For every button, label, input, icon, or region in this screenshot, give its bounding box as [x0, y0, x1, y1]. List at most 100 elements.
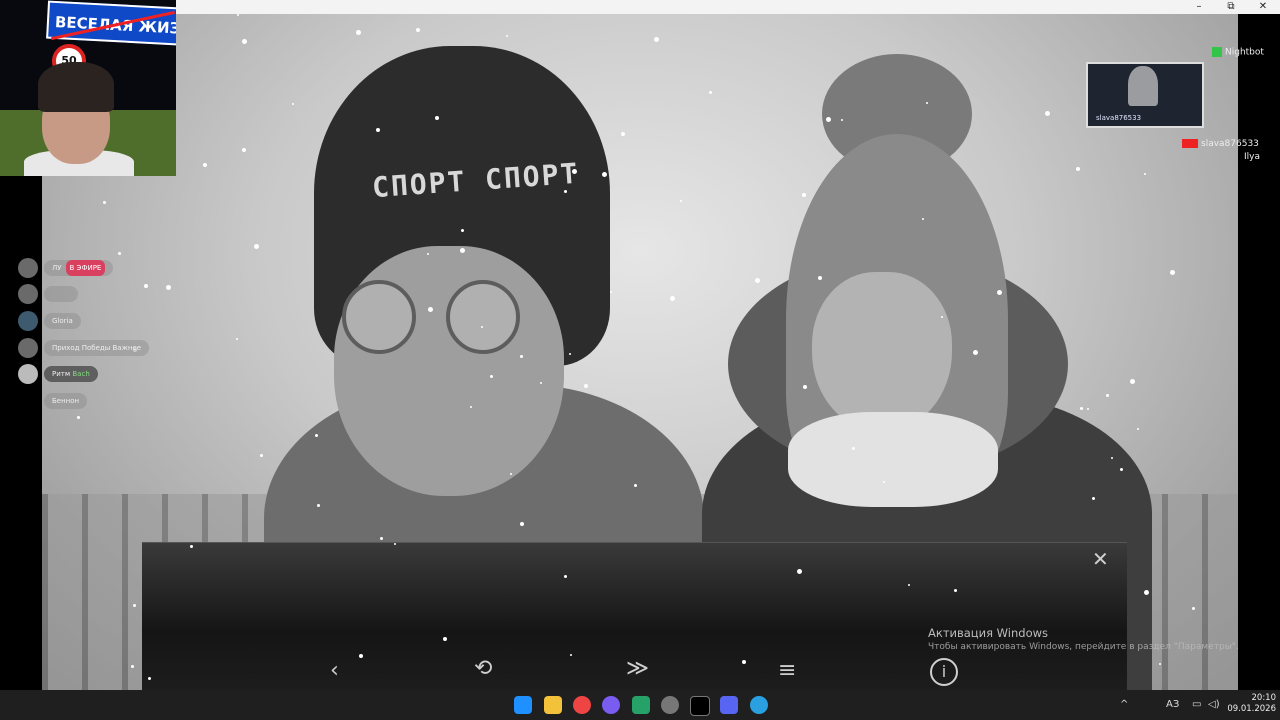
youtube-icon: [1182, 139, 1198, 148]
snowflake: [416, 28, 420, 32]
mini-cam-figure: [1128, 66, 1158, 106]
webcam-overlay: ВЕСЕЛАЯ ЖИЗ 50: [0, 0, 176, 176]
skip-icon[interactable]: ≫: [626, 658, 649, 680]
snowflake: [520, 355, 523, 358]
snowflake: [1092, 497, 1095, 500]
tray-chevron-icon[interactable]: ^: [1120, 699, 1128, 710]
snowflake: [742, 660, 746, 664]
snowflake: [292, 103, 294, 105]
chat-avatar: [18, 391, 38, 411]
volume-icon[interactable]: ◁): [1208, 699, 1220, 710]
snowflake: [883, 481, 885, 483]
snowflake: [602, 172, 607, 177]
taskbar-clock[interactable]: 20:10 09.01.2026: [1226, 693, 1276, 715]
snowflake: [634, 484, 637, 487]
chat-message: ЛУ В ЭФИРЕ: [44, 260, 114, 276]
snowflake: [376, 128, 380, 132]
tray-language[interactable]: АЗ: [1166, 699, 1179, 710]
menu-icon[interactable]: ≡: [778, 660, 796, 682]
snowflake: [818, 276, 822, 280]
file-explorer-icon[interactable]: [544, 696, 562, 714]
activation-title: Активация Windows: [928, 626, 1049, 640]
snowflake: [460, 248, 465, 253]
snowflake: [826, 117, 831, 122]
snowflake: [380, 537, 383, 540]
app-icon[interactable]: [720, 696, 738, 714]
snowflake: [506, 35, 508, 37]
snowflake: [1144, 173, 1146, 175]
snowflake: [237, 14, 239, 16]
snowflake: [236, 338, 238, 340]
chat-message: Приход Победы Важнее: [44, 340, 150, 356]
snowflake: [166, 285, 171, 290]
snowflake: [490, 375, 493, 378]
snowflake: [242, 39, 247, 44]
snowflake: [461, 229, 464, 232]
info-icon[interactable]: i: [930, 658, 958, 686]
snowflake: [520, 522, 524, 526]
right-black-bar: [1238, 0, 1280, 690]
glasses-right-lens: [446, 280, 520, 354]
close-window-button[interactable]: ✕: [1248, 0, 1278, 14]
snowflake: [997, 290, 1002, 295]
snowflake: [427, 253, 429, 255]
game-viewport[interactable]: СПОРТ СПОРТ ✕ ‹ ⟲ ≫ ≡ i Активация Window…: [42, 14, 1238, 690]
telegram-icon[interactable]: [750, 696, 768, 714]
windows-start-icon[interactable]: [514, 696, 532, 714]
snowflake: [190, 545, 193, 548]
snowflake: [359, 654, 363, 658]
snowflake: [803, 385, 807, 389]
snowflake: [133, 604, 136, 607]
chat-avatar: [18, 364, 38, 384]
snowflake: [131, 665, 134, 668]
snowflake: [621, 132, 625, 136]
snowflake: [852, 447, 855, 450]
snowflake: [973, 350, 978, 355]
chat-message: Беннон: [44, 393, 88, 409]
live-badge: В ЭФИРЕ: [65, 260, 106, 276]
streamer-hair: [38, 62, 114, 112]
girl-face: [812, 272, 952, 432]
snowflake: [709, 91, 712, 94]
snowflake: [540, 382, 542, 384]
terminal-icon[interactable]: [690, 696, 710, 716]
snowflake: [1120, 468, 1123, 471]
nightbot-icon: [1212, 47, 1222, 57]
snowflake: [428, 307, 433, 312]
snowflake: [926, 102, 928, 104]
snowflake: [610, 291, 612, 293]
chat-message: Gloria: [44, 313, 81, 329]
network-icon[interactable]: ▭: [1192, 699, 1201, 710]
obs-icon[interactable]: [661, 696, 679, 714]
snowflake: [1130, 379, 1135, 384]
discord-icon[interactable]: [602, 696, 620, 714]
snowflake: [954, 589, 957, 592]
snowflake: [435, 116, 439, 120]
snowflake: [242, 148, 246, 152]
snowflake: [941, 316, 943, 318]
chat-avatar: [18, 284, 38, 304]
snowflake: [470, 406, 472, 408]
auto-icon[interactable]: ⟲: [474, 658, 492, 680]
snowflake: [797, 569, 802, 574]
chrome-icon[interactable]: [573, 696, 591, 714]
maximize-button[interactable]: ⧉: [1216, 0, 1246, 14]
snowflake: [1106, 394, 1109, 397]
snowflake: [510, 473, 512, 475]
snowflake: [1192, 607, 1195, 610]
back-icon[interactable]: ‹: [330, 660, 339, 682]
snowflake: [144, 284, 148, 288]
dialog-close-icon[interactable]: ✕: [1092, 548, 1109, 570]
snowflake: [1111, 457, 1113, 459]
snowflake: [1045, 111, 1050, 116]
snowflake: [254, 244, 259, 249]
snowflake: [572, 169, 577, 174]
viewer-label: slava876533: [1182, 139, 1259, 149]
snowflake: [394, 543, 396, 545]
nvidia-icon[interactable]: [632, 696, 650, 714]
snowflake: [1080, 407, 1083, 410]
minimize-button[interactable]: –: [1184, 0, 1214, 14]
side-label: Ilya: [1244, 152, 1260, 162]
windows-activation-watermark: Активация Windows Чтобы активировать Win…: [928, 626, 1238, 652]
snowflake: [481, 326, 483, 328]
